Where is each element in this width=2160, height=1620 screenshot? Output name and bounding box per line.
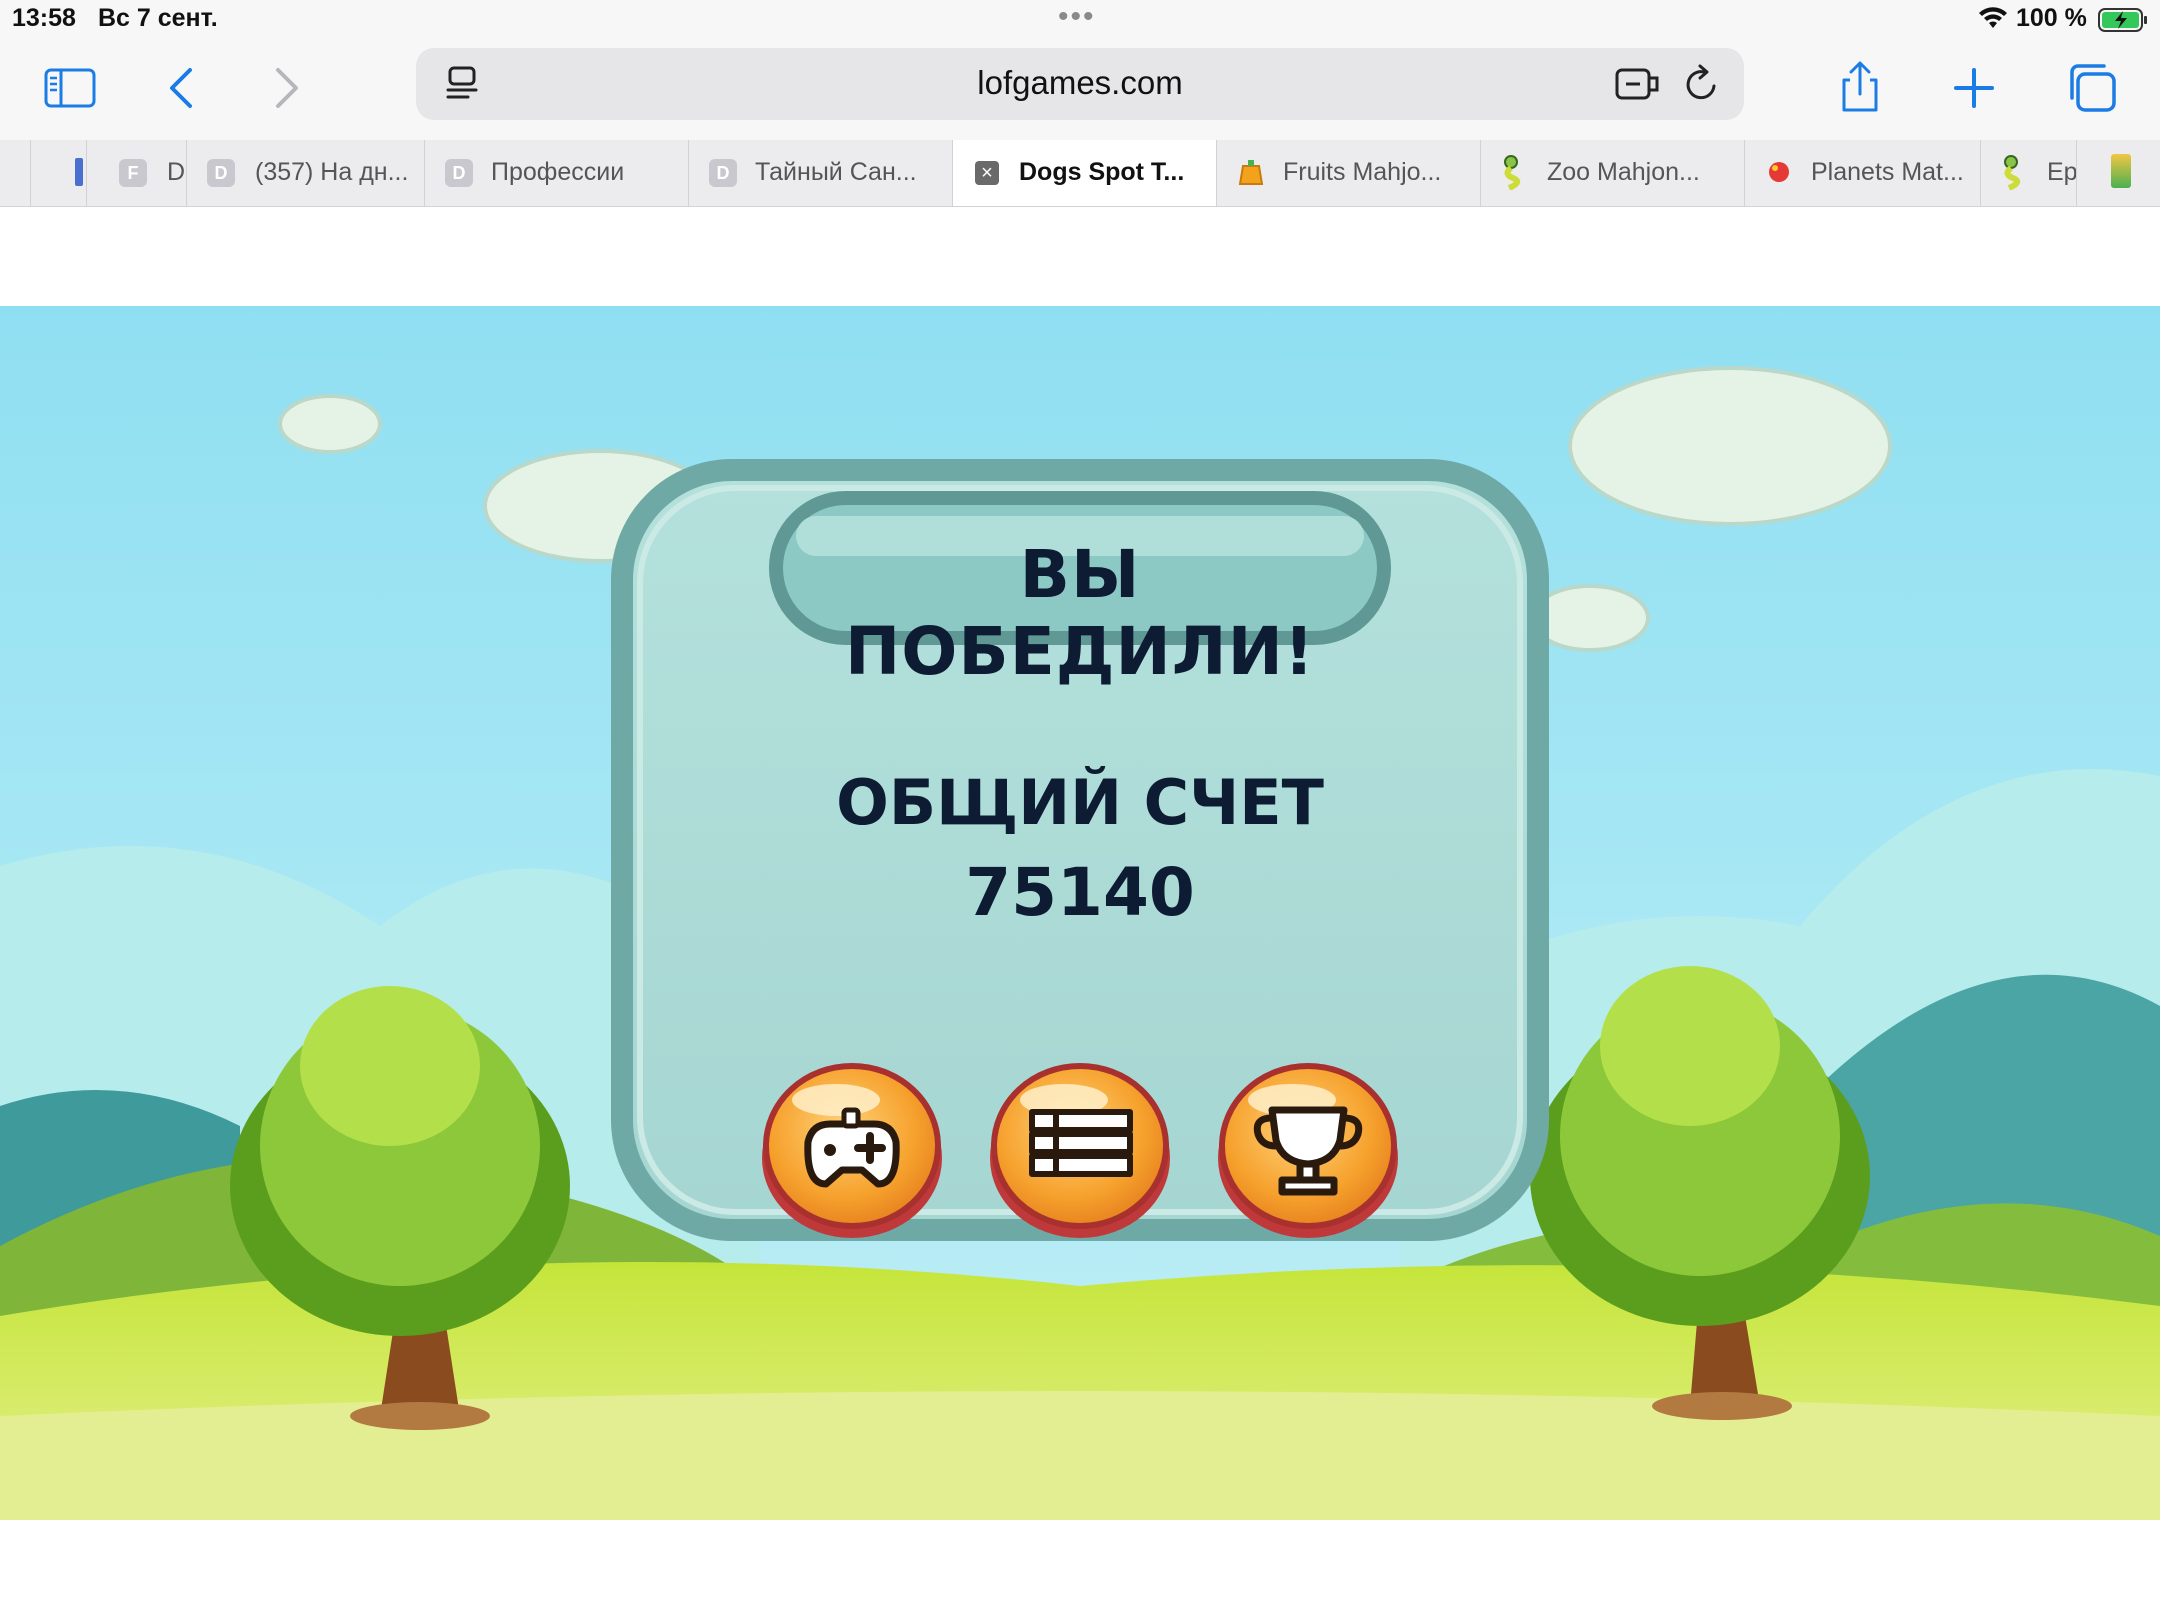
tab-item-8[interactable]: Planets Mat... <box>1744 140 1980 206</box>
forward-icon[interactable] <box>256 58 316 118</box>
address-bar[interactable]: lofgames.com <box>416 48 1744 120</box>
url-text: lofgames.com <box>977 64 1183 101</box>
list-icon <box>1029 1109 1133 1177</box>
tab-label: D <box>167 158 186 186</box>
reload-icon[interactable] <box>1682 62 1722 106</box>
tab-item-4[interactable]: D Тайный Сан... <box>688 140 952 206</box>
browser-toolbar: lofgames.com <box>0 40 2160 140</box>
play-again-button[interactable] <box>758 1054 946 1242</box>
tab-item-7[interactable]: Zoo Mahjon... <box>1480 140 1744 206</box>
tab-favicon: D <box>709 159 737 187</box>
tab-item-3[interactable]: D Профессии <box>424 140 688 206</box>
tab-item-9[interactable]: Ep <box>1980 140 2076 206</box>
share-icon[interactable] <box>1830 58 1890 118</box>
planet-icon <box>1769 162 1789 182</box>
sidebar-icon[interactable] <box>40 58 100 118</box>
status-time: 13:58 <box>12 4 76 32</box>
tab-label: Тайный Сан... <box>755 158 917 186</box>
tab-item-6[interactable]: Fruits Mahjo... <box>1216 140 1480 206</box>
back-icon[interactable] <box>152 58 212 118</box>
tab-label: Ep <box>2047 158 2076 186</box>
new-tab-icon[interactable] <box>1944 58 2004 118</box>
leaderboard-button[interactable] <box>1214 1054 1402 1242</box>
tab-label: Dogs Spot T... <box>1019 158 1185 186</box>
tab-label: Профессии <box>491 158 625 186</box>
tab-label: Fruits Mahjo... <box>1283 158 1442 186</box>
tab-bar: F D D (357) На дн... D Профессии D Тайны… <box>0 140 2160 207</box>
snake-icon <box>1504 155 1521 190</box>
snake-icon <box>2004 155 2021 190</box>
tab-favicon <box>2111 154 2131 188</box>
status-date: Вс 7 сент. <box>98 4 218 32</box>
pinned-tab-icon <box>75 158 83 186</box>
tab-label: Zoo Mahjon... <box>1547 158 1700 186</box>
tab-label: (357) На дн... <box>255 158 409 186</box>
tab-item-1[interactable]: F D <box>86 140 186 206</box>
battery-charging-icon <box>2098 8 2147 32</box>
battery-percent: 100 % <box>2016 4 2087 32</box>
extension-icon[interactable] <box>1614 64 1660 104</box>
tab-partial-left[interactable] <box>30 140 86 206</box>
total-score-label: ОБЩИЙ СЧЕТ <box>836 766 1324 839</box>
wifi-icon <box>1979 7 2007 28</box>
game-canvas[interactable]: ВЫ ПОБЕДИЛИ! ОБЩИЙ СЧЕТ 75140 <box>0 306 2160 1520</box>
tab-item-active[interactable]: × Dogs Spot T... <box>952 140 1216 206</box>
fruit-icon <box>1238 160 1264 185</box>
tab-label: Planets Mat... <box>1811 158 1964 186</box>
close-tab-icon[interactable]: × <box>975 161 999 185</box>
levels-menu-button[interactable] <box>986 1054 1174 1242</box>
tab-favicon: D <box>207 159 235 187</box>
tab-item-2[interactable]: D (357) На дн... <box>186 140 424 206</box>
tab-favicon: D <box>445 159 473 187</box>
win-title: ВЫ ПОБЕДИЛИ! <box>845 536 1315 690</box>
total-score-value: 75140 <box>965 854 1195 931</box>
multitask-dots[interactable]: ••• <box>1058 0 1096 34</box>
tab-favicon: F <box>119 159 147 187</box>
tabs-overview-icon[interactable] <box>2062 58 2122 118</box>
tab-partial-right[interactable] <box>2076 140 2160 206</box>
status-bar: 13:58 Вс 7 сент. ••• 100 % <box>0 0 2160 40</box>
